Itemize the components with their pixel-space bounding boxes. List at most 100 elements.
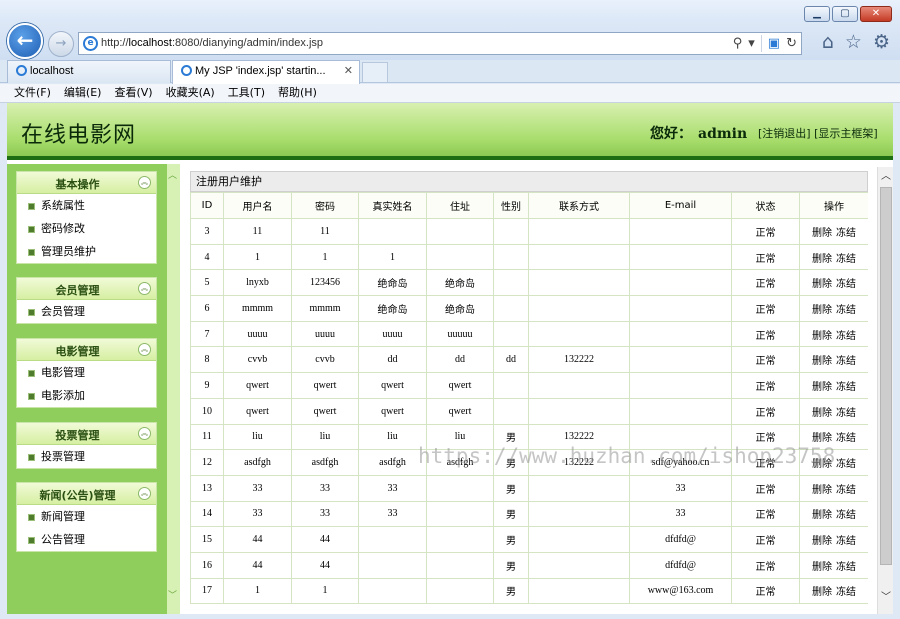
- sidebar-item-movie-manage[interactable]: 电影管理: [17, 361, 156, 384]
- dropdown-icon[interactable]: ▾: [748, 36, 755, 51]
- delete-link[interactable]: 删除: [812, 279, 832, 290]
- collapse-icon[interactable]: ︽: [138, 176, 151, 189]
- delete-link[interactable]: 删除: [812, 587, 832, 598]
- url-text[interactable]: http://localhost:8080/dianying/admin/ind…: [101, 37, 323, 49]
- freeze-link[interactable]: 冻结: [836, 228, 856, 239]
- freeze-link[interactable]: 冻结: [836, 510, 856, 521]
- menu-edit[interactable]: 编辑(E): [64, 84, 102, 102]
- sidebar-group-header[interactable]: 电影管理 ︽: [17, 339, 156, 361]
- back-button[interactable]: ←: [7, 23, 43, 59]
- forward-button[interactable]: →: [48, 31, 74, 57]
- sidebar-item-movie-add[interactable]: 电影添加: [17, 384, 156, 407]
- delete-link[interactable]: 删除: [812, 510, 832, 521]
- sidebar-item-members[interactable]: 会员管理: [17, 300, 156, 323]
- scroll-down-icon[interactable]: ﹀: [878, 590, 893, 606]
- refresh-icon[interactable]: ↻: [786, 36, 797, 51]
- collapse-icon[interactable]: ︽: [138, 282, 151, 295]
- table-cell: 123456: [291, 269, 359, 297]
- sidebar-splitter[interactable]: ︿ ﹀: [167, 164, 180, 614]
- freeze-link[interactable]: 冻结: [836, 459, 856, 470]
- table-cell: 男: [493, 526, 529, 553]
- browser-right-icons: ⌂ ☆ ⚙: [822, 31, 890, 53]
- table-cell: 正常: [731, 526, 800, 553]
- gear-icon[interactable]: ⚙: [873, 31, 890, 53]
- delete-link[interactable]: 删除: [812, 356, 832, 367]
- table-cell: [629, 295, 732, 322]
- sidebar-group-header[interactable]: 投票管理 ︽: [17, 423, 156, 445]
- table-row: 5 lnyxb 123456 绝命岛 绝命岛 正常 删除 冻结: [190, 269, 868, 297]
- table-cell: uuuu: [358, 320, 427, 348]
- sidebar-group-header[interactable]: 新闻(公告)管理 ︽: [17, 483, 156, 505]
- sidebar-item-system-properties[interactable]: 系统属性: [17, 194, 156, 217]
- main-frame-link[interactable]: [显示主框架]: [814, 127, 878, 140]
- home-icon[interactable]: ⌂: [822, 31, 834, 53]
- delete-link[interactable]: 删除: [812, 562, 832, 573]
- new-tab-button[interactable]: [362, 62, 388, 82]
- freeze-link[interactable]: 冻结: [836, 408, 856, 419]
- delete-link[interactable]: 删除: [812, 408, 832, 419]
- delete-link[interactable]: 删除: [812, 433, 832, 444]
- delete-link[interactable]: 删除: [812, 536, 832, 547]
- favorites-star-icon[interactable]: ☆: [845, 31, 862, 53]
- ie-tab-icon: [181, 65, 192, 76]
- sidebar-item-notices[interactable]: 公告管理: [17, 528, 156, 551]
- freeze-link[interactable]: 冻结: [836, 536, 856, 547]
- minimize-button[interactable]: ▁: [804, 6, 830, 22]
- sidebar-item-admin[interactable]: 管理员维护: [17, 240, 156, 263]
- sidebar-item-password[interactable]: 密码修改: [17, 217, 156, 240]
- sidebar-item-news[interactable]: 新闻管理: [17, 505, 156, 528]
- delete-link[interactable]: 删除: [812, 382, 832, 393]
- collapse-icon[interactable]: ︽: [138, 427, 151, 440]
- freeze-link[interactable]: 冻结: [836, 279, 856, 290]
- row-actions: 删除 冻结: [799, 346, 868, 374]
- table-cell: dd: [426, 346, 494, 374]
- menu-file[interactable]: 文件(F): [14, 84, 51, 102]
- menu-tools[interactable]: 工具(T): [228, 84, 265, 102]
- tab-index-jsp[interactable]: My JSP 'index.jsp' startin... ✕: [172, 60, 360, 84]
- sidebar-item-votes[interactable]: 投票管理: [17, 445, 156, 468]
- column-header: 用户名: [223, 192, 292, 219]
- address-bar[interactable]: e http://localhost:8080/dianying/admin/i…: [78, 32, 802, 55]
- maximize-button[interactable]: ▢: [832, 6, 858, 22]
- table-cell: [629, 423, 732, 451]
- column-header: 真实姓名: [358, 192, 427, 219]
- compatibility-icon[interactable]: ▣: [768, 36, 780, 51]
- vertical-scrollbar[interactable]: ︿ ﹀: [877, 167, 893, 614]
- freeze-link[interactable]: 冻结: [836, 485, 856, 496]
- table-cell: www@163.com: [629, 577, 732, 605]
- sidebar-group-header[interactable]: 会员管理 ︽: [17, 278, 156, 300]
- delete-link[interactable]: 删除: [812, 459, 832, 470]
- logout-link[interactable]: [注销退出]: [758, 127, 811, 140]
- freeze-link[interactable]: 冻结: [836, 305, 856, 316]
- table-cell: 正常: [731, 243, 800, 271]
- menu-view[interactable]: 查看(V): [114, 84, 152, 102]
- freeze-link[interactable]: 冻结: [836, 331, 856, 342]
- close-tab-icon[interactable]: ✕: [344, 64, 353, 77]
- collapse-icon[interactable]: ︽: [138, 487, 151, 500]
- table-row: 10 qwert qwert qwert qwert 正常 删除 冻结: [190, 397, 868, 425]
- table-cell: 男: [493, 577, 529, 605]
- freeze-link[interactable]: 冻结: [836, 254, 856, 265]
- freeze-link[interactable]: 冻结: [836, 587, 856, 598]
- table-cell: 正常: [731, 423, 800, 451]
- freeze-link[interactable]: 冻结: [836, 356, 856, 367]
- menu-help[interactable]: 帮助(H): [278, 84, 317, 102]
- scroll-thumb[interactable]: [880, 187, 892, 565]
- delete-link[interactable]: 删除: [812, 485, 832, 496]
- delete-link[interactable]: 删除: [812, 228, 832, 239]
- sidebar-group-header[interactable]: 基本操作 ︽: [17, 172, 156, 194]
- tab-localhost[interactable]: localhost: [7, 60, 171, 83]
- table-cell: liu: [291, 423, 359, 451]
- scroll-up-icon[interactable]: ︿: [878, 169, 893, 185]
- freeze-link[interactable]: 冻结: [836, 382, 856, 393]
- delete-link[interactable]: 删除: [812, 305, 832, 316]
- delete-link[interactable]: 删除: [812, 331, 832, 342]
- collapse-icon[interactable]: ︽: [138, 343, 151, 356]
- close-window-button[interactable]: ✕: [860, 6, 892, 22]
- delete-link[interactable]: 删除: [812, 254, 832, 265]
- freeze-link[interactable]: 冻结: [836, 433, 856, 444]
- table-cell: 1: [291, 577, 359, 605]
- menu-favorites[interactable]: 收藏夹(A): [166, 84, 215, 102]
- search-icon[interactable]: ⚲: [733, 36, 743, 51]
- freeze-link[interactable]: 冻结: [836, 562, 856, 573]
